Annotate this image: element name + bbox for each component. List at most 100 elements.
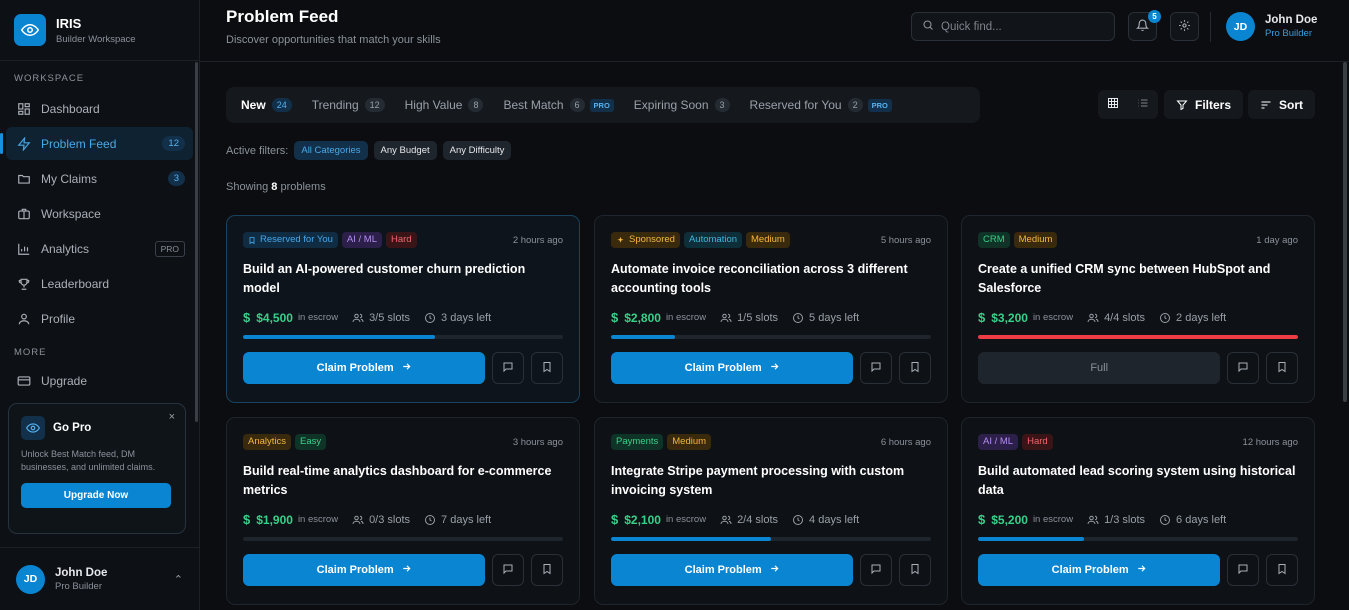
slots-progress-bar [978, 537, 1298, 541]
users-icon [720, 313, 732, 322]
message-button[interactable] [860, 352, 893, 384]
sidebar-user-menu[interactable]: JD John Doe Pro Builder ⌃ [0, 547, 199, 610]
filter-chip-difficulty[interactable]: Any Difficulty [442, 141, 512, 160]
problem-card[interactable]: Sponsored Automation Medium 5 hours ago Aut… [594, 215, 948, 403]
sidebar-item-profile[interactable]: Profile [6, 302, 193, 335]
message-button[interactable] [492, 352, 525, 384]
tab-expiring-soon[interactable]: Expiring Soon 3 [624, 91, 740, 119]
upgrade-now-button[interactable]: Upgrade Now [21, 483, 171, 508]
go-pro-card: Go Pro × Unlock Best Match feed, DM busi… [8, 403, 186, 534]
grid-view-icon[interactable] [1107, 97, 1119, 112]
category-tag: Medium [746, 232, 790, 248]
problem-card[interactable]: CRM Medium 1 day ago Create a unified CRM … [961, 215, 1315, 403]
filters-button[interactable]: Filters [1164, 90, 1244, 119]
brand[interactable]: IRIS Builder Workspace [0, 0, 199, 61]
slots: 3/5 slots [352, 312, 410, 324]
header-user-menu[interactable]: JD John Doe Pro Builder [1226, 12, 1317, 41]
sort-icon [1261, 101, 1271, 108]
deadline-text: 6 days left [1176, 513, 1227, 526]
problem-card[interactable]: Reserved for You AI / ML Hard 2 hours ago B… [226, 215, 580, 403]
filter-chip-budget[interactable]: Any Budget [373, 141, 437, 160]
claim-problem-button[interactable]: Claim Problem [243, 554, 486, 586]
tab-count: 6 [569, 98, 585, 112]
view-toggle [1098, 90, 1158, 119]
sidebar-item-label: Upgrade [41, 373, 88, 388]
full-button[interactable]: Full [978, 352, 1221, 384]
tab-new[interactable]: New 24 [231, 91, 302, 119]
tab-label: Reserved for You [749, 98, 842, 112]
sidebar-item-dashboard[interactable]: Dashboard [6, 92, 193, 125]
category-tag: AI / ML [978, 434, 1019, 450]
filter-chip-category[interactable]: All Categories [294, 141, 368, 160]
sidebar-item-label: My Claims [41, 171, 97, 186]
claim-problem-button[interactable]: Claim Problem [243, 352, 486, 384]
problem-title[interactable]: Build real-time analytics dashboard for … [243, 462, 563, 500]
notifications-button[interactable]: 5 [1128, 10, 1161, 41]
problem-title[interactable]: Integrate Stripe payment processing with… [611, 462, 931, 500]
list-view-icon[interactable] [1137, 97, 1149, 112]
escrow-label: in escrow [1032, 514, 1074, 525]
tab-trending[interactable]: Trending 12 [302, 91, 395, 119]
tab-count: 3 [714, 98, 730, 112]
problem-card[interactable]: Payments Medium 6 hours ago Integrate Stri… [594, 417, 948, 605]
posted-time: 2 hours ago [512, 234, 563, 246]
tag-label: Automation [688, 234, 738, 245]
bounty-amount: $5,200 [991, 512, 1028, 527]
user-icon [16, 311, 32, 327]
bounty: $ $3,200 [978, 310, 1028, 325]
problem-card[interactable]: Analytics Easy 3 hours ago Build real-time… [226, 417, 580, 605]
claim-problem-button[interactable]: Claim Problem [611, 554, 854, 586]
claim-problem-button[interactable]: Claim Problem [978, 554, 1221, 586]
arrow-right-icon [1136, 563, 1147, 577]
arrow-right-icon [769, 361, 780, 375]
sidebar-item-my-claims[interactable]: My Claims 3 [6, 162, 193, 195]
settings-button[interactable] [1170, 12, 1199, 41]
bookmark-icon [909, 563, 921, 578]
problem-card[interactable]: AI / ML Hard 12 hours ago Build automated … [961, 417, 1315, 605]
problem-title[interactable]: Automate invoice reconciliation across 3… [611, 260, 931, 298]
main-scrollbar[interactable] [1343, 62, 1347, 402]
bounty-amount: $2,800 [624, 310, 661, 325]
sidebar-item-upgrade[interactable]: Upgrade [6, 364, 193, 397]
button-label: Claim Problem [684, 362, 762, 374]
message-button[interactable] [1227, 352, 1260, 384]
claim-problem-button[interactable]: Claim Problem [611, 352, 854, 384]
arrow-right-icon [401, 361, 412, 375]
bookmark-button[interactable] [899, 554, 931, 586]
sidebar-scrollbar[interactable] [195, 62, 198, 422]
search-box[interactable] [911, 12, 1115, 41]
bounty: $ $1,900 [243, 512, 293, 527]
sidebar-item-analytics[interactable]: Analytics PRO [6, 232, 193, 265]
problem-title[interactable]: Build automated lead scoring system usin… [978, 462, 1298, 500]
tab-best-match[interactable]: Best Match 6 PRO [493, 91, 623, 119]
bookmark-button[interactable] [1266, 352, 1298, 384]
sort-button[interactable]: Sort [1248, 90, 1315, 119]
tab-reserved-for-you[interactable]: Reserved for You 2 PRO [740, 91, 902, 119]
tag-label: AI / ML [346, 234, 377, 245]
brand-subtitle: Builder Workspace [56, 33, 136, 45]
problem-title[interactable]: Build an AI-powered customer churn predi… [243, 260, 563, 298]
active-filters-label: Active filters: [226, 144, 289, 157]
bounty-amount: $4,500 [256, 310, 293, 325]
tab-high-value[interactable]: High Value 8 [395, 91, 494, 119]
message-button[interactable] [1227, 554, 1260, 586]
users-icon [720, 515, 732, 524]
message-button[interactable] [860, 554, 893, 586]
close-icon[interactable]: × [169, 411, 175, 423]
dollar-icon: $ [978, 310, 986, 325]
message-button[interactable] [492, 554, 525, 586]
bookmark-button[interactable] [1266, 554, 1298, 586]
sidebar-item-label: Dashboard [41, 101, 100, 116]
bookmark-button[interactable] [899, 352, 931, 384]
bookmark-button[interactable] [531, 554, 563, 586]
bookmark-button[interactable] [531, 352, 563, 384]
clock-icon [793, 514, 804, 525]
deadline-text: 4 days left [809, 513, 860, 526]
trophy-icon [16, 276, 32, 292]
sidebar-item-problem-feed[interactable]: Problem Feed 12 [0, 127, 193, 160]
problem-title[interactable]: Create a unified CRM sync between HubSpo… [978, 260, 1298, 298]
sidebar-item-workspace[interactable]: Workspace [6, 197, 193, 230]
lightning-icon [16, 136, 32, 152]
sidebar-item-leaderboard[interactable]: Leaderboard [6, 267, 193, 300]
search-input[interactable] [941, 20, 1101, 33]
